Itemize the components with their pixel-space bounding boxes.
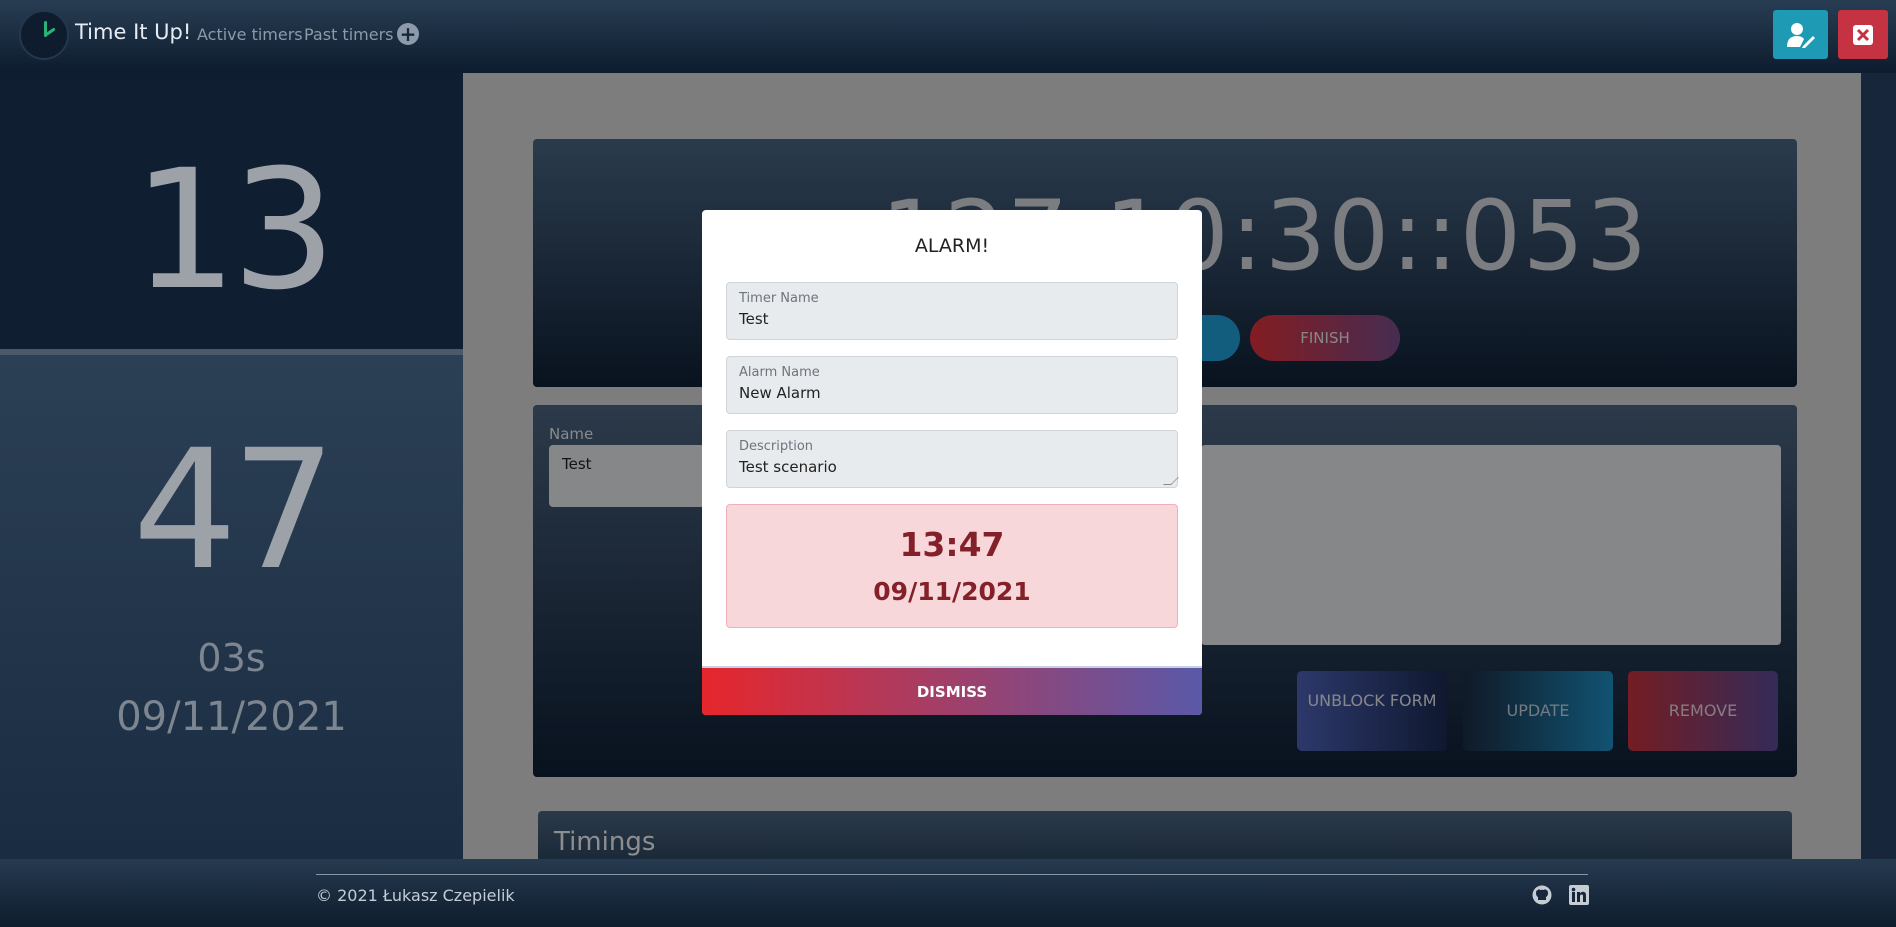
timer-name-label: Timer Name — [739, 291, 819, 306]
alarm-alert-box: 13:47 09/11/2021 — [726, 504, 1178, 628]
footer — [0, 859, 1896, 927]
timer-name-field[interactable]: Timer Name Test — [726, 282, 1178, 340]
footer-divider — [316, 874, 1588, 875]
clock-hours: 13 — [132, 134, 337, 326]
github-icon[interactable] — [1532, 885, 1552, 905]
linkedin-icon[interactable] — [1569, 885, 1589, 905]
nav-active-timers[interactable]: Active timers — [197, 25, 303, 44]
alarm-name-value[interactable]: New Alarm — [739, 384, 821, 402]
description-value[interactable]: Test scenario — [739, 458, 837, 476]
dismiss-button[interactable]: DISMISS — [702, 666, 1202, 715]
user-edit-button[interactable] — [1773, 10, 1828, 59]
clock-minutes: 47 — [132, 414, 337, 606]
plus-circle-icon[interactable]: + — [397, 23, 419, 45]
close-button[interactable] — [1838, 10, 1888, 59]
alarm-name-field[interactable]: Alarm Name New Alarm — [726, 356, 1178, 414]
alarm-time: 13:47 — [899, 525, 1005, 564]
brand-title[interactable]: Time It Up! — [75, 20, 191, 44]
resize-handle-icon[interactable] — [1163, 477, 1179, 485]
timer-name-value[interactable]: Test — [739, 310, 769, 328]
modal-title: ALARM! — [914, 235, 990, 257]
alarm-date: 09/11/2021 — [873, 577, 1031, 606]
nav-past-timers[interactable]: Past timers — [304, 25, 394, 44]
clock-seconds: 03s — [197, 636, 266, 680]
user-edit-icon — [1786, 22, 1815, 48]
description-label: Description — [739, 439, 814, 454]
clock-logo-icon[interactable] — [19, 10, 69, 60]
copyright-text: © 2021 Łukasz Czepielik — [316, 886, 515, 905]
alarm-name-label: Alarm Name — [739, 365, 820, 380]
close-x-icon — [1853, 24, 1873, 45]
alarm-modal: ALARM! Timer Name Test Alarm Name New Al… — [702, 210, 1202, 715]
clock-date: 09/11/2021 — [116, 694, 347, 740]
description-field[interactable]: Description Test scenario — [726, 430, 1179, 488]
